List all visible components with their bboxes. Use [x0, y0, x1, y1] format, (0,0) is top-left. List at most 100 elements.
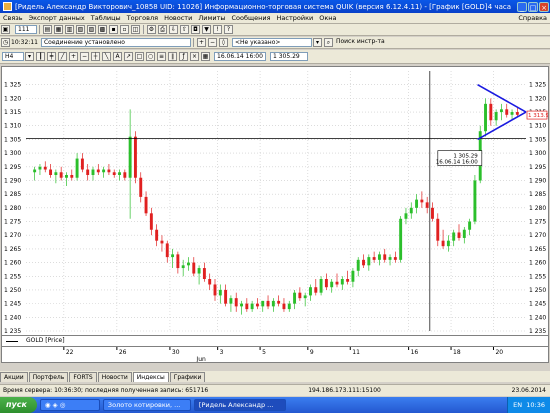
x-tick-label: 11 — [352, 349, 360, 356]
menu-item[interactable]: Окна — [316, 14, 339, 22]
y-tick-label-left: 1 240 — [4, 314, 21, 321]
channel-icon[interactable]: ∥ — [168, 52, 177, 61]
minimize-button[interactable]: _ — [517, 1, 527, 12]
tab-indexes[interactable]: Индексы — [132, 372, 169, 382]
line-icon[interactable]: ╱ — [58, 52, 67, 61]
calendar-icon[interactable]: ▦ — [201, 52, 210, 61]
candle — [335, 281, 339, 285]
task-browser[interactable]: Золото котировки, ... — [102, 399, 191, 411]
orders-icon[interactable]: ▧ — [76, 25, 85, 34]
trades-icon[interactable]: ▨ — [87, 25, 96, 34]
quotes-icon[interactable]: ▪ — [109, 25, 118, 34]
y-tick-label-left: 1 265 — [4, 246, 21, 253]
candle — [197, 268, 201, 274]
tab-portfolio[interactable]: Портфель — [28, 372, 69, 382]
menu-item[interactable]: Торговля — [124, 14, 161, 22]
maximize-button[interactable]: □ — [528, 1, 538, 12]
task-quicklaunch[interactable]: ◉ ◈ ◎ — [39, 399, 100, 411]
candle — [383, 254, 387, 260]
tray-lang[interactable]: EN — [513, 401, 522, 409]
menu-item[interactable]: Настройки — [274, 14, 317, 22]
y-tick-label-left: 1 245 — [4, 301, 21, 308]
search-icon[interactable]: ⌕ — [323, 38, 333, 47]
news-icon[interactable]: ▫ — [120, 25, 129, 34]
y-tick-label-left: 1 310 — [4, 123, 21, 130]
y-tick-label-right: 1 270 — [529, 232, 546, 239]
ellipse-icon[interactable]: ○ — [146, 52, 155, 61]
print-icon[interactable]: ⎙ — [158, 25, 167, 34]
x-axis: 22 26 30 3 5 9 11 16 18 20 Jun — [1, 346, 549, 363]
x-tick-label: 18 — [453, 349, 461, 356]
client-code-select[interactable]: <Не указано> — [231, 38, 312, 47]
candle — [118, 172, 121, 175]
zoom-out-icon[interactable]: − — [80, 52, 89, 61]
new-window-icon[interactable]: ▤ — [43, 25, 52, 34]
help-icon[interactable]: ? — [224, 25, 233, 34]
menu-item[interactable]: Экспорт данных — [26, 14, 88, 22]
y-tick-label-left: 1 280 — [4, 205, 21, 212]
table-icon[interactable]: ▦ — [54, 25, 63, 34]
text-icon[interactable]: A — [113, 52, 122, 61]
server-time-status: Время сервера: 10:36:30; последняя получ… — [3, 387, 209, 394]
toolbar-status: ◷ 10:32:11 Соединение установлено + − ◊ … — [0, 37, 550, 49]
start-button[interactable]: пуск — [0, 397, 37, 413]
candle — [393, 257, 397, 260]
price-chart[interactable]: 1 3251 3251 3201 3201 3151 3151 3101 310… — [2, 67, 550, 335]
instrument-search[interactable]: Поиск инстр-та — [333, 38, 394, 47]
menu-item[interactable]: Таблицы — [88, 14, 124, 22]
tab-forts[interactable]: FORTS — [69, 372, 97, 382]
menu-item[interactable]: Новости — [161, 14, 195, 22]
crosshair-icon[interactable]: ┼ — [91, 52, 100, 61]
candle — [165, 243, 169, 258]
filter-icon[interactable]: ▼ — [202, 25, 211, 34]
arrow-icon[interactable]: ↗ — [124, 52, 133, 61]
chart-icon[interactable]: ▩ — [98, 25, 107, 34]
lock-icon[interactable]: ◘ — [191, 25, 200, 34]
candles-icon[interactable]: ┃ — [36, 52, 45, 61]
candle — [356, 259, 360, 271]
menu-item[interactable]: Сообщения — [229, 14, 274, 22]
interval-dropdown-icon[interactable]: ▾ — [25, 52, 34, 61]
candle — [112, 172, 116, 175]
interval-select[interactable]: H4 — [2, 52, 24, 61]
stop-order-icon[interactable]: ◊ — [218, 38, 228, 47]
candle — [489, 103, 493, 121]
y-tick-label-right: 1 245 — [529, 301, 546, 308]
task-quik[interactable]: [Ридель Александр ... — [193, 399, 286, 411]
fibonacci-icon[interactable]: ≡ — [157, 52, 166, 61]
indicator-icon[interactable]: ƒ — [179, 52, 188, 61]
menu-item[interactable]: Лимиты — [195, 14, 228, 22]
counter-field[interactable]: 111 — [15, 25, 37, 34]
zoom-in-icon[interactable]: + — [69, 52, 78, 61]
import-icon[interactable]: ⇧ — [180, 25, 189, 34]
candle — [224, 289, 228, 304]
dropdown-icon[interactable]: ▾ — [312, 38, 322, 47]
close-button[interactable]: × — [539, 1, 549, 12]
menu-item[interactable]: Связь — [0, 14, 26, 22]
cancel-order-icon[interactable]: − — [207, 38, 217, 47]
candle — [208, 279, 212, 285]
chart-area[interactable]: 1 3251 3251 3201 3201 3151 3151 3101 310… — [1, 66, 550, 336]
candle — [362, 259, 365, 266]
last-price-label: 1 313.90 — [528, 113, 548, 119]
candle — [202, 268, 206, 279]
bars-icon[interactable]: ╪ — [47, 52, 56, 61]
export-icon[interactable]: ⇩ — [169, 25, 178, 34]
candle — [468, 221, 472, 230]
alert-icon[interactable]: ! — [213, 25, 222, 34]
new-order-icon[interactable]: + — [196, 38, 206, 47]
tab-news[interactable]: Новости — [97, 372, 132, 382]
delete-icon[interactable]: × — [190, 52, 199, 61]
candle — [505, 109, 509, 115]
trendline-icon[interactable]: ╲ — [102, 52, 111, 61]
settings-icon[interactable]: ⚙ — [147, 25, 156, 34]
portfolio-icon[interactable]: ▥ — [65, 25, 74, 34]
window-icon[interactable]: ▣ — [1, 25, 10, 34]
candle — [70, 175, 74, 178]
tab-shares[interactable]: Акции — [0, 372, 28, 382]
rectangle-icon[interactable]: □ — [135, 52, 144, 61]
candle — [515, 112, 519, 115]
limits-icon[interactable]: ◫ — [131, 25, 140, 34]
menu-item-help[interactable]: Справка — [515, 14, 550, 22]
tab-charts[interactable]: Графики — [169, 372, 206, 382]
